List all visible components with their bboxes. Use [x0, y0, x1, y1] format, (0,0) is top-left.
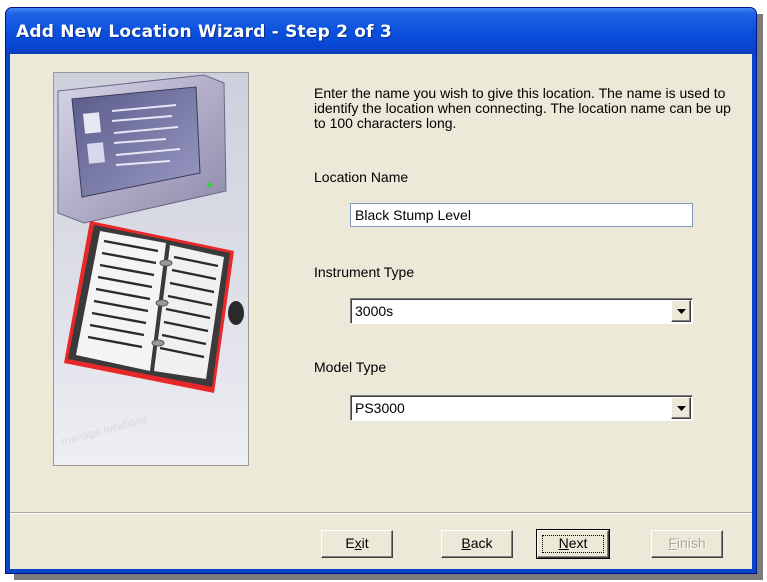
dropdown-arrow-icon — [677, 309, 686, 314]
location-name-label: Location Name — [314, 169, 409, 185]
instrument-type-dropdown-button[interactable] — [671, 300, 691, 322]
model-type-select[interactable]: PS3000 — [350, 395, 693, 421]
focus-rect — [542, 535, 604, 553]
finish-button[interactable]: Finish — [651, 530, 723, 558]
dropdown-arrow-icon — [677, 406, 686, 411]
computer-and-address-book-illustration: manage locations — [54, 73, 248, 465]
model-type-label: Model Type — [314, 359, 387, 375]
footer-separator — [10, 512, 752, 514]
next-button[interactable]: Next — [536, 529, 610, 559]
title-bar[interactable]: Add New Location Wizard - Step 2 of 3 — [6, 8, 756, 54]
model-type-dropdown-button[interactable] — [671, 397, 691, 419]
wizard-window: Add New Location Wizard - Step 2 of 3 ma… — [5, 7, 757, 574]
model-type-value: PS3000 — [355, 400, 405, 416]
window-title: Add New Location Wizard - Step 2 of 3 — [16, 22, 392, 42]
location-name-field[interactable]: Black Stump Level — [350, 203, 693, 227]
wizard-client-area: manage locations Enter the name you wish… — [10, 54, 752, 569]
instrument-type-select[interactable]: 3000s — [350, 298, 693, 324]
back-button[interactable]: Back — [441, 530, 513, 558]
instrument-type-label: Instrument Type — [314, 264, 415, 280]
wizard-illustration: manage locations — [53, 72, 249, 466]
instrument-type-value: 3000s — [355, 303, 394, 319]
location-name-value: Black Stump Level — [355, 207, 471, 223]
step-description: Enter the name you wish to give this loc… — [314, 85, 731, 131]
exit-button[interactable]: Exit — [321, 530, 393, 558]
